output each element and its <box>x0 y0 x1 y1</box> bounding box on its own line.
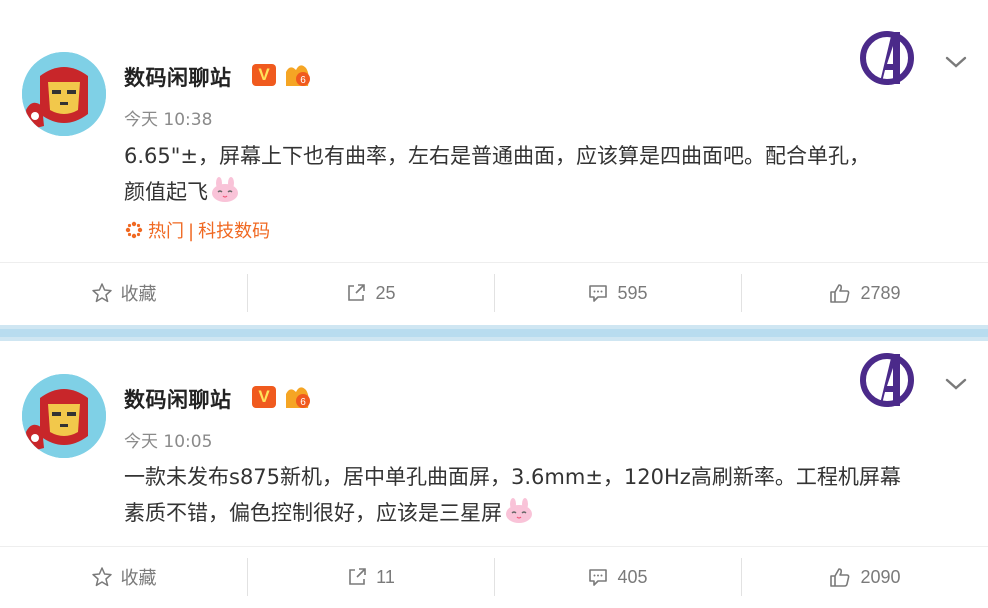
fan-level-icon: 6 <box>286 65 310 86</box>
topic-hot[interactable]: 热门 <box>148 221 184 242</box>
post-time[interactable]: 今天 10:38 <box>124 105 212 130</box>
post-content-line: 6.65"±，屏幕上下也有曲率，左右是普通曲面，应该算是四曲面吧。配合单孔， <box>124 144 871 168</box>
avengers-logo-icon[interactable] <box>858 26 916 90</box>
post-content: 6.65"±，屏幕上下也有曲率，左右是普通曲面，应该算是四曲面吧。配合单孔， 颜… <box>124 138 974 210</box>
repost-button[interactable]: 25 <box>247 274 494 312</box>
pink-bunny-emoji-icon <box>212 177 238 202</box>
iron-man-avatar-icon <box>22 52 106 136</box>
topic-separator: | <box>188 221 195 242</box>
comment-icon <box>589 569 608 586</box>
like-count: 2090 <box>860 566 901 587</box>
post-content-text: 颜值起飞 <box>124 180 208 204</box>
share-icon <box>348 284 366 301</box>
svg-text:6: 6 <box>300 397 306 408</box>
post-card: 数码闲聊站 V 6 今天 10:38 6.65"±，屏幕上下也有曲率，左右是普通… <box>0 0 988 325</box>
topic-tags[interactable]: 热门 | 科技数码 <box>124 217 270 243</box>
avengers-logo-icon[interactable] <box>858 348 916 412</box>
thumbs-up-icon <box>830 568 850 587</box>
vip-badge: V <box>252 386 276 408</box>
action-bar: 收藏 25 595 2789 <box>0 262 988 323</box>
vip-badge: V <box>252 64 276 86</box>
pink-bunny-emoji-icon <box>506 498 532 523</box>
comment-button[interactable]: 405 <box>494 558 741 596</box>
iron-man-avatar-icon <box>22 374 106 458</box>
post-content-line: 颜值起飞 <box>124 174 974 210</box>
username[interactable]: 数码闲聊站 <box>124 62 232 92</box>
favorite-button[interactable]: 收藏 <box>0 274 247 312</box>
comment-count: 595 <box>617 282 648 303</box>
post-content: 一款未发布s875新机，居中单孔曲面屏，3.6mm±，120Hz高刷新率。工程机… <box>124 459 974 531</box>
post-content-text: 素质不错，偏色控制很好，应该是三星屏 <box>124 501 502 525</box>
favorite-button[interactable]: 收藏 <box>0 558 247 596</box>
star-icon <box>91 283 112 303</box>
comment-count: 405 <box>617 566 648 587</box>
repost-count: 25 <box>375 282 396 303</box>
thumbs-up-icon <box>830 284 850 303</box>
post-time[interactable]: 今天 10:05 <box>124 427 212 452</box>
fan-level-icon: 6 <box>286 387 310 408</box>
star-icon <box>91 567 112 587</box>
svg-text:6: 6 <box>300 75 306 86</box>
repost-button[interactable]: 11 <box>247 558 494 596</box>
hot-spark-icon <box>125 221 143 239</box>
like-button[interactable]: 2090 <box>741 558 988 596</box>
post-card: 数码闲聊站 V 6 今天 10:05 一款未发布s875新机，居中单孔曲面屏，3… <box>0 341 988 608</box>
chevron-down-icon[interactable] <box>944 376 968 392</box>
favorite-label: 收藏 <box>120 568 157 588</box>
post-content-line: 一款未发布s875新机，居中单孔曲面屏，3.6mm±，120Hz高刷新率。工程机… <box>124 465 901 489</box>
avatar[interactable] <box>22 374 106 458</box>
chevron-down-icon[interactable] <box>944 54 968 70</box>
share-icon <box>349 568 366 585</box>
topic-category[interactable]: 科技数码 <box>198 221 270 242</box>
feed-separator <box>0 325 988 341</box>
favorite-label: 收藏 <box>120 284 157 304</box>
like-count: 2789 <box>860 282 901 303</box>
post-content-line: 素质不错，偏色控制很好，应该是三星屏 <box>124 495 974 531</box>
repost-count: 11 <box>376 566 395 587</box>
action-bar: 收藏 11 405 2090 <box>0 546 988 607</box>
username[interactable]: 数码闲聊站 <box>124 384 232 414</box>
comment-icon <box>589 285 608 302</box>
like-button[interactable]: 2789 <box>741 274 988 312</box>
avatar[interactable] <box>22 52 106 136</box>
comment-button[interactable]: 595 <box>494 274 741 312</box>
